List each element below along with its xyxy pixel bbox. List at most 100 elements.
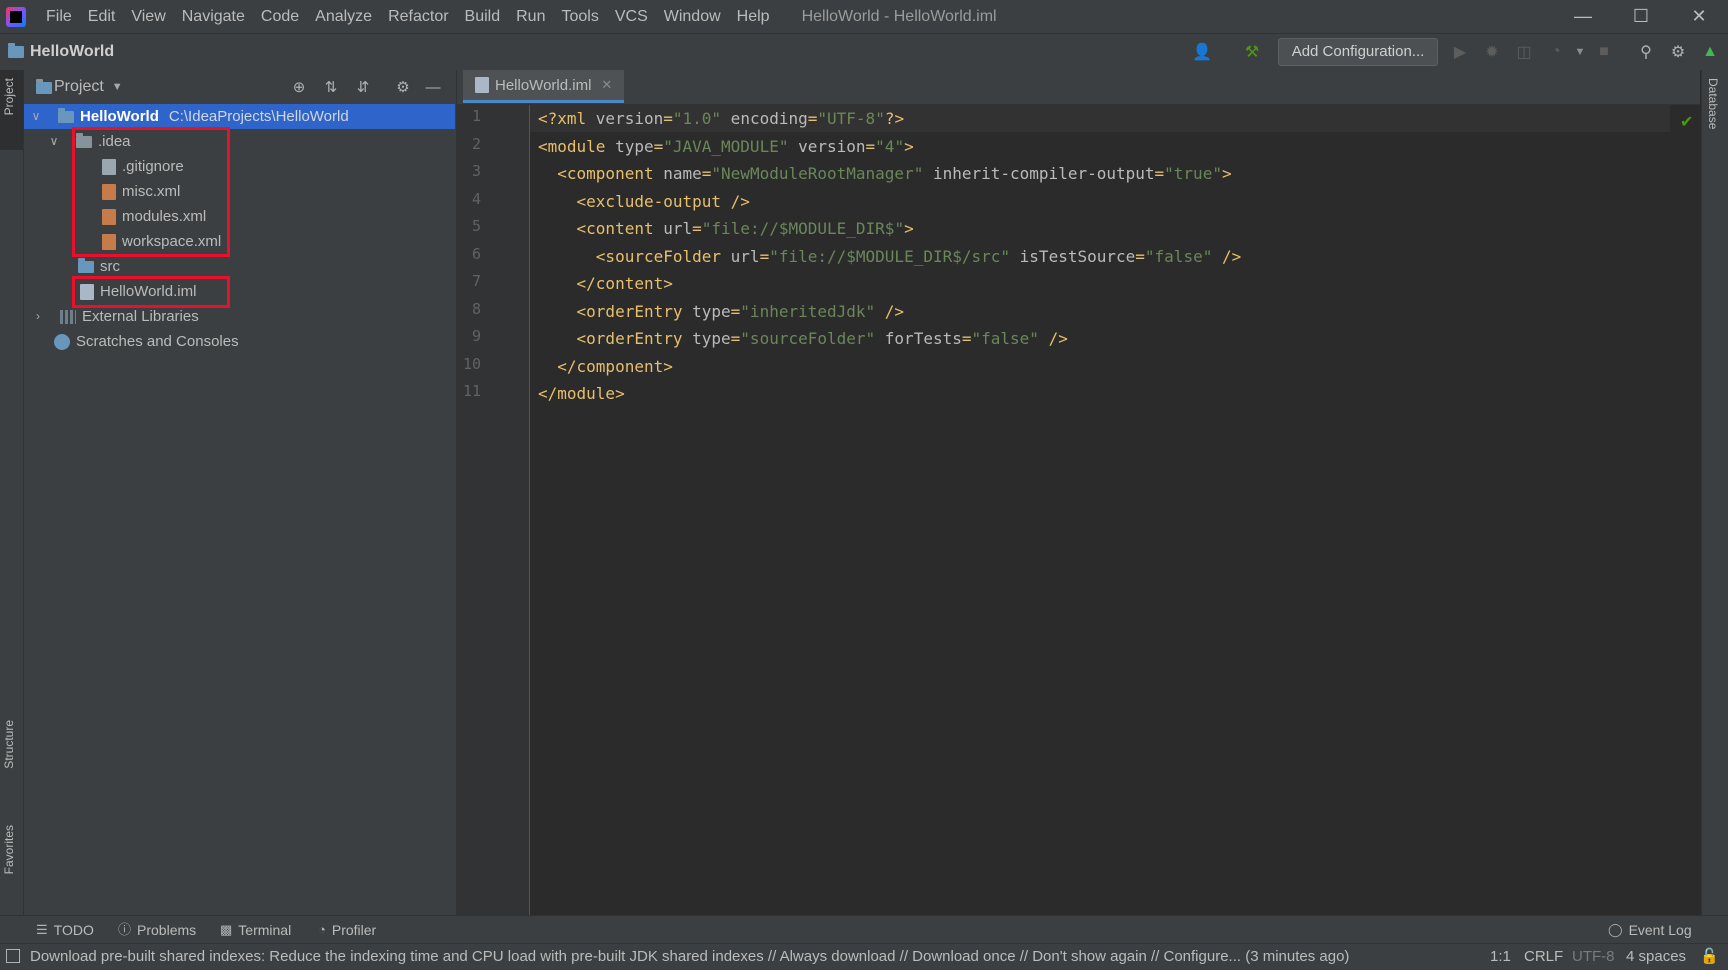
menu-vcs[interactable]: VCS: [607, 0, 656, 33]
profile-icon[interactable]: ◔: [1544, 40, 1568, 64]
code-token: </component>: [538, 356, 673, 376]
tree-item-root[interactable]: ∨ HelloWorld C:\IdeaProjects\HelloWorld: [24, 104, 455, 129]
tree-item-label: Scratches and Consoles: [76, 333, 239, 350]
code-token: =: [663, 109, 673, 128]
close-tab-icon[interactable]: ✕: [601, 77, 612, 93]
menu-edit[interactable]: Edit: [80, 0, 124, 33]
module-folder-icon: [58, 107, 74, 123]
code-line[interactable]: <sourceFolder url="file://$MODULE_DIR$/s…: [538, 243, 1241, 270]
close-icon[interactable]: ✕: [1670, 0, 1728, 33]
file-encoding[interactable]: UTF-8: [1572, 944, 1615, 970]
breadcrumb[interactable]: HelloWorld: [8, 34, 114, 70]
code-token: <orderEntry: [538, 301, 693, 321]
code-token: =: [1154, 164, 1165, 183]
problems-tool-button[interactable]: ⓘ Problems: [118, 916, 196, 944]
code-token: "file://$MODULE_DIR$/src": [769, 246, 1011, 266]
code-line[interactable]: <content url="file://$MODULE_DIR$">: [538, 215, 914, 242]
code-line[interactable]: </component>: [538, 353, 673, 380]
locate-icon[interactable]: ⊕: [288, 76, 310, 98]
line-number: 11: [462, 382, 481, 400]
code-token: =: [961, 329, 972, 348]
gear-icon[interactable]: ⚙: [1666, 40, 1690, 64]
build-hammer-icon[interactable]: ⚒: [1240, 40, 1264, 64]
menu-tools[interactable]: Tools: [553, 0, 606, 33]
code-token: />: [1212, 246, 1242, 266]
menu-refactor[interactable]: Refactor: [380, 0, 456, 33]
event-log-label: Event Log: [1628, 922, 1692, 938]
todo-tool-button[interactable]: ☰ TODO: [36, 916, 94, 944]
lock-icon[interactable]: 🔓: [1700, 944, 1719, 970]
coverage-icon[interactable]: ◫: [1512, 40, 1536, 64]
code-line[interactable]: <orderEntry type="inheritedJdk" />: [538, 298, 905, 325]
menu-build[interactable]: Build: [457, 0, 509, 33]
code-token: type: [615, 136, 654, 156]
maximize-icon[interactable]: ☐: [1612, 0, 1670, 33]
breadcrumb-project[interactable]: HelloWorld: [30, 43, 114, 61]
chevron-down-icon[interactable]: ▼: [112, 81, 123, 93]
code-line[interactable]: </module>: [538, 380, 625, 407]
menu-navigate[interactable]: Navigate: [174, 0, 253, 33]
code-token: "file://$MODULE_DIR$": [701, 219, 905, 238]
menu-file[interactable]: File: [38, 0, 80, 33]
tab-structure[interactable]: Structure: [2, 720, 16, 769]
inspection-ok-icon[interactable]: ✔: [1680, 112, 1693, 132]
search-icon[interactable]: ⚲: [1634, 40, 1658, 64]
user-icon[interactable]: 👤: [1190, 40, 1214, 64]
intellij-logo-icon: [6, 6, 26, 27]
code-line[interactable]: <orderEntry type="sourceFolder" forTests…: [538, 325, 1068, 352]
code-token: url: [730, 246, 760, 266]
minimize-icon[interactable]: —: [1554, 0, 1612, 33]
menu-window[interactable]: Window: [656, 0, 729, 33]
chevron-down-icon[interactable]: ▼: [1568, 40, 1592, 64]
stop-icon[interactable]: ■: [1592, 40, 1616, 64]
code-line[interactable]: </content>: [538, 270, 673, 297]
right-tool-strip: Database: [1701, 70, 1728, 915]
library-icon: [60, 309, 76, 324]
debug-icon[interactable]: ✹: [1480, 40, 1504, 64]
expand-all-icon[interactable]: ⇅: [320, 76, 342, 98]
menu-run[interactable]: Run: [508, 0, 553, 33]
menu-analyze[interactable]: Analyze: [307, 0, 380, 33]
code-token: "NewModuleRootManager": [711, 164, 924, 183]
code-line[interactable]: <?xml version="1.0" encoding="UTF-8"?>: [538, 105, 904, 132]
project-view-selector[interactable]: Project: [54, 78, 104, 96]
hide-icon[interactable]: —: [422, 76, 444, 98]
profiler-tool-button[interactable]: ◔ Profiler: [318, 916, 376, 944]
code-token: <content: [538, 219, 664, 238]
code-line[interactable]: <exclude-output />: [538, 188, 750, 215]
line-number: 4: [471, 189, 481, 208]
line-number: 3: [471, 162, 481, 180]
line-number: 9: [471, 327, 481, 345]
chevron-down-icon[interactable]: ∨: [46, 129, 62, 154]
indent-setting[interactable]: 4 spaces: [1626, 944, 1686, 970]
caret-position[interactable]: 1:1: [1490, 944, 1511, 970]
event-log-button[interactable]: ◯ Event Log: [1608, 916, 1692, 944]
code-line[interactable]: <module type="JAVA_MODULE" version="4">: [538, 133, 914, 160]
toggle-tool-windows-icon[interactable]: [6, 949, 20, 963]
add-configuration-button[interactable]: Add Configuration...: [1278, 38, 1438, 66]
run-icon[interactable]: ▶: [1448, 40, 1472, 64]
highlight-box-iml: [72, 276, 230, 308]
left-tool-strip: Project Structure Favorites: [0, 70, 24, 915]
terminal-tool-button[interactable]: ▩ Terminal: [220, 916, 291, 944]
line-separator[interactable]: CRLF: [1524, 944, 1563, 970]
chevron-down-icon[interactable]: ∨: [28, 104, 44, 129]
tab-label: HelloWorld.iml: [495, 76, 592, 94]
chevron-right-icon[interactable]: ›: [30, 304, 46, 329]
code-content[interactable]: <?xml version="1.0" encoding="UTF-8"?> <m…: [530, 105, 1670, 915]
menu-help[interactable]: Help: [729, 0, 778, 33]
gear-icon[interactable]: ⚙: [392, 76, 414, 98]
code-token: forTests: [875, 329, 962, 348]
menu-code[interactable]: Code: [253, 0, 307, 33]
tab-favorites[interactable]: Favorites: [2, 825, 16, 874]
code-line[interactable]: <component name="NewModuleRootManager" i…: [538, 160, 1231, 187]
tree-item-scratches[interactable]: Scratches and Consoles: [54, 329, 239, 354]
menu-view[interactable]: View: [123, 0, 173, 33]
tab-project[interactable]: Project: [2, 78, 16, 115]
jetbrains-toolbox-icon[interactable]: ▲: [1698, 40, 1722, 64]
collapse-all-icon[interactable]: ⇵: [352, 76, 374, 98]
tool-window-bar: ☰ TODO ⓘ Problems ▩ Terminal ◔ Profiler …: [0, 915, 1728, 944]
tab-helloworld-iml[interactable]: HelloWorld.iml ✕: [463, 70, 625, 103]
tab-database[interactable]: Database: [1706, 78, 1720, 129]
status-message[interactable]: Download pre-built shared indexes: Reduc…: [30, 944, 1349, 970]
